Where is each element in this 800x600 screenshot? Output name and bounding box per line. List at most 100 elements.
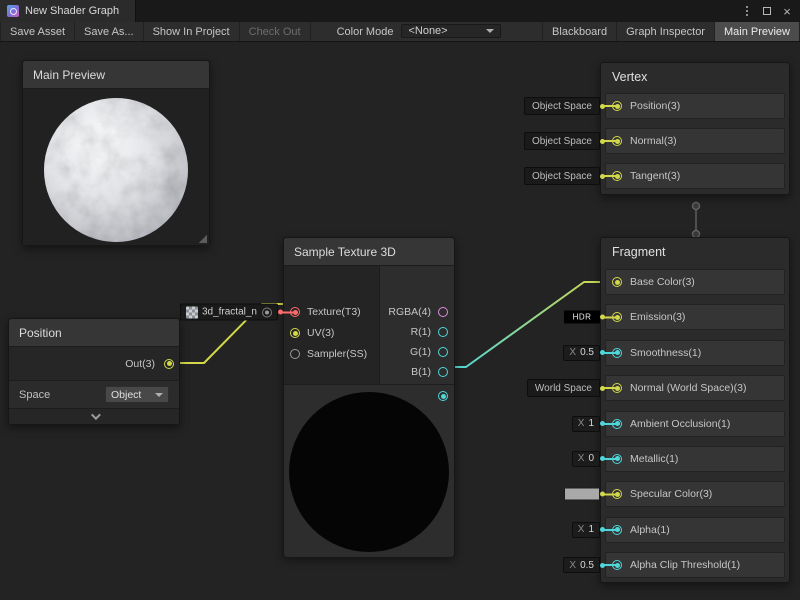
menu-icon[interactable]	[737, 0, 757, 22]
out-port[interactable]	[164, 359, 174, 369]
fragment-node[interactable]: Fragment Base Color(3) HDR Emission(3)	[600, 237, 790, 583]
smoothness-port[interactable]	[612, 348, 622, 358]
normal-ws-control: World Space	[527, 379, 620, 397]
check-out-button: Check Out	[240, 22, 311, 41]
node-title: Sample Texture 3D	[294, 245, 396, 259]
port-label: R(1)	[411, 326, 431, 338]
fragment-block-specular-color[interactable]: Specular Color(3)	[605, 481, 785, 507]
port-label: B(1)	[411, 366, 431, 378]
graph-inspector-toggle-button[interactable]: Graph Inspector	[617, 22, 715, 41]
fragment-block-smoothness[interactable]: X 0.5 Smoothness(1)	[605, 340, 785, 366]
metallic-float-field[interactable]: X 0	[572, 451, 600, 467]
position-node-title-bar[interactable]: Position	[9, 319, 179, 347]
emission-hdr-color-field[interactable]: HDR	[564, 311, 600, 324]
sample-texture-3d-title-bar[interactable]: Sample Texture 3D	[284, 238, 454, 266]
close-icon[interactable]: ×	[777, 0, 797, 22]
position-port[interactable]	[612, 101, 622, 111]
vertex-node[interactable]: Vertex Object Space Position(3) Object S…	[600, 62, 790, 195]
tangent-port[interactable]	[612, 171, 622, 181]
texture-asset-control: 3d_fractal_n	[180, 304, 296, 321]
specular-color-field[interactable]	[564, 488, 600, 501]
normal-ws-space-dropdown[interactable]: World Space	[527, 379, 600, 397]
resize-grip-icon[interactable]	[198, 234, 207, 243]
block-label: Normal(3)	[630, 135, 677, 147]
emission-port[interactable]	[612, 312, 622, 322]
tangent-space-dropdown[interactable]: Object Space	[524, 167, 600, 185]
normal-space-control: Object Space	[524, 132, 620, 150]
alpha-float-field[interactable]: X 1	[572, 522, 600, 538]
document-tab[interactable]: New Shader Graph	[0, 0, 136, 22]
block-label: Alpha(1)	[630, 524, 670, 536]
a-output-port[interactable]	[438, 391, 448, 401]
fragment-block-normal-ws[interactable]: World Space Normal (World Space)(3)	[605, 375, 785, 401]
block-label: Smoothness(1)	[630, 347, 701, 359]
main-preview-header[interactable]: Main Preview	[23, 61, 209, 89]
fragment-block-base-color[interactable]: Base Color(3)	[605, 269, 785, 295]
ambient-occlusion-float-field[interactable]: X 1	[572, 416, 600, 432]
input-row-texture: 3d_fractal_n Texture(T3)	[284, 304, 361, 320]
save-asset-button[interactable]: Save Asset	[0, 22, 75, 41]
normal-port[interactable]	[612, 136, 622, 146]
metallic-port[interactable]	[612, 454, 622, 464]
maximize-icon[interactable]	[757, 0, 777, 22]
port-label: RGBA(4)	[388, 306, 431, 318]
collapse-bar[interactable]	[9, 409, 179, 424]
x-prefix: X	[569, 347, 576, 358]
fragment-node-title: Fragment	[601, 238, 789, 266]
r-output-port[interactable]	[438, 327, 448, 337]
uv-input-port[interactable]	[290, 328, 300, 338]
main-preview-toggle-button[interactable]: Main Preview	[715, 22, 800, 41]
fragment-blocks: Base Color(3) HDR Emission(3) X 0.5	[601, 269, 789, 578]
space-dropdown[interactable]: Object	[105, 386, 169, 403]
block-label: Position(3)	[630, 100, 680, 112]
main-preview-title: Main Preview	[33, 68, 105, 82]
title-bar: New Shader Graph ×	[0, 0, 800, 22]
smoothness-float-field[interactable]: X 0.5	[563, 345, 600, 361]
float-value: 0.5	[580, 347, 594, 358]
tangent-space-control: Object Space	[524, 167, 620, 185]
color-mode-dropdown[interactable]: <None>	[401, 24, 501, 38]
port-label: UV(3)	[307, 327, 334, 339]
vertex-block-tangent[interactable]: Object Space Tangent(3)	[605, 163, 785, 189]
normal-space-dropdown[interactable]: Object Space	[524, 132, 600, 150]
specular-color-port[interactable]	[612, 489, 622, 499]
vertex-blocks: Object Space Position(3) Object Space No…	[601, 93, 789, 189]
g-output-port[interactable]	[438, 347, 448, 357]
ambient-occlusion-port[interactable]	[612, 419, 622, 429]
alpha-port[interactable]	[612, 525, 622, 535]
alpha-clip-float-field[interactable]: X 0.5	[563, 557, 600, 573]
sampler-input-port[interactable]	[290, 349, 300, 359]
base-color-port[interactable]	[612, 277, 622, 287]
vertex-block-normal[interactable]: Object Space Normal(3)	[605, 128, 785, 154]
node-title: Position	[19, 326, 62, 340]
block-label: Metallic(1)	[630, 453, 678, 465]
position-space-dropdown[interactable]: Object Space	[524, 97, 600, 115]
alpha-clip-port[interactable]	[612, 560, 622, 570]
block-label: Tangent(3)	[630, 170, 680, 182]
show-in-project-button[interactable]: Show In Project	[144, 22, 240, 41]
position-space-control: Object Space	[524, 97, 620, 115]
fragment-block-metallic[interactable]: X 0 Metallic(1)	[605, 446, 785, 472]
main-preview-panel[interactable]: Main Preview	[22, 60, 210, 246]
save-as-button[interactable]: Save As...	[75, 22, 144, 41]
fragment-block-alpha[interactable]: X 1 Alpha(1)	[605, 517, 785, 543]
sample-texture-3d-node[interactable]: Sample Texture 3D 3d_fractal_n T	[283, 237, 455, 557]
x-prefix: X	[578, 524, 585, 535]
color-mode-label: Color Mode	[311, 22, 402, 41]
input-row-uv: UV(3)	[284, 325, 334, 341]
b-output-port[interactable]	[438, 367, 448, 377]
fragment-block-alpha-clip[interactable]: X 0.5 Alpha Clip Threshold(1)	[605, 552, 785, 578]
fragment-block-ambient-occlusion[interactable]: X 1 Ambient Occlusion(1)	[605, 411, 785, 437]
graph-canvas[interactable]: Main Preview	[0, 42, 800, 600]
blackboard-toggle-button[interactable]: Blackboard	[542, 22, 617, 41]
vertex-block-position[interactable]: Object Space Position(3)	[605, 93, 785, 119]
shader-graph-window: New Shader Graph × Save Asset Save As...…	[0, 0, 800, 600]
texture-object-field[interactable]: 3d_fractal_n	[180, 304, 278, 321]
vertex-connector-dot	[693, 203, 700, 210]
position-node[interactable]: Position Out(3) Space Object	[8, 318, 180, 425]
normal-ws-port[interactable]	[612, 383, 622, 393]
texture-input-port[interactable]	[290, 307, 300, 317]
object-picker-icon[interactable]	[262, 307, 272, 317]
rgba-output-port[interactable]	[438, 307, 448, 317]
fragment-block-emission[interactable]: HDR Emission(3)	[605, 304, 785, 330]
